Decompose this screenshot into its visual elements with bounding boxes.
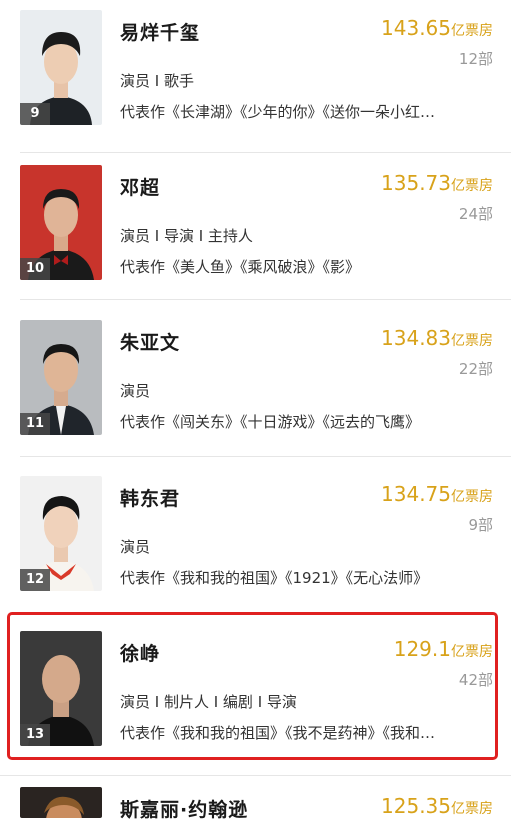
actor-name[interactable]: 邓超 xyxy=(120,173,160,200)
actor-name[interactable]: 易烊千玺 xyxy=(120,18,200,45)
rank-badge: 10 xyxy=(20,258,50,280)
actor-row[interactable]: 9 易烊千玺 143.65亿票房 12部 演员 I 歌手 代表作《长津湖》《少年… xyxy=(0,0,511,155)
actor-row[interactable]: 斯嘉丽·约翰逊 125.35亿票房 xyxy=(0,775,511,821)
representative-works: 代表作《美人鱼》《乘风破浪》《影》 xyxy=(120,258,361,276)
highlight-box xyxy=(7,612,498,760)
representative-works: 代表作《长津湖》《少年的你》《送你一朵小红… xyxy=(120,103,436,121)
actor-photo xyxy=(20,787,102,818)
box-office: 125.35亿票房 xyxy=(381,794,493,818)
film-count: 22部 xyxy=(458,360,493,378)
box-office: 134.75亿票房 xyxy=(381,482,493,506)
actor-photo: 9 xyxy=(20,10,102,125)
actor-name[interactable]: 朱亚文 xyxy=(120,328,180,355)
representative-works: 代表作《闯关东》《十日游戏》《远去的飞鹰》 xyxy=(120,413,421,431)
rank-badge: 12 xyxy=(20,569,50,591)
actor-roles: 演员 I 歌手 xyxy=(120,72,194,90)
box-office: 135.73亿票房 xyxy=(381,171,493,195)
actor-photo: 10 xyxy=(20,165,102,280)
actor-photo: 11 xyxy=(20,320,102,435)
actor-roles: 演员 xyxy=(120,382,151,400)
rank-badge: 9 xyxy=(20,103,50,125)
representative-works: 代表作《我和我的祖国》《1921》《无心法师》 xyxy=(120,569,429,587)
film-count: 9部 xyxy=(468,516,493,534)
divider xyxy=(20,152,511,153)
box-office: 134.83亿票房 xyxy=(381,326,493,350)
film-count: 12部 xyxy=(458,50,493,68)
box-office: 143.65亿票房 xyxy=(381,16,493,40)
rank-badge: 11 xyxy=(20,413,50,435)
divider xyxy=(0,775,511,776)
actor-row[interactable]: 10 邓超 135.73亿票房 24部 演员 I 导演 I 主持人 代表作《美人… xyxy=(0,155,511,310)
actor-roles: 演员 I 导演 I 主持人 xyxy=(120,227,253,245)
divider xyxy=(20,299,511,300)
actor-roles: 演员 xyxy=(120,538,151,556)
film-count: 24部 xyxy=(458,205,493,223)
actor-row[interactable]: 12 韩东君 134.75亿票房 9部 演员 代表作《我和我的祖国》《1921》… xyxy=(0,466,511,621)
actor-photo: 12 xyxy=(20,476,102,591)
divider xyxy=(20,456,511,457)
actor-row[interactable]: 11 朱亚文 134.83亿票房 22部 演员 代表作《闯关东》《十日游戏》《远… xyxy=(0,310,511,465)
actor-name[interactable]: 韩东君 xyxy=(120,484,180,511)
